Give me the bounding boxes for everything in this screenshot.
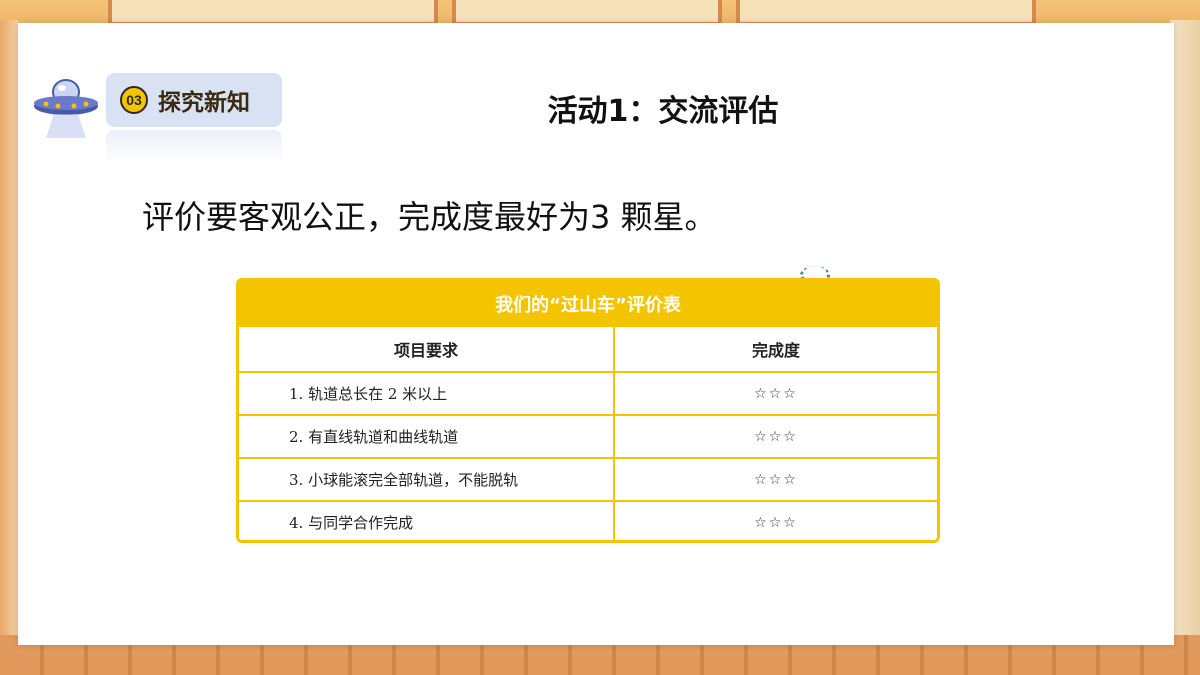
table-row: 3. 小球能滚完全部轨道，不能脱轨 ☆☆☆ bbox=[239, 457, 937, 500]
requirement-cell: 1. 轨道总长在 2 米以上 bbox=[239, 373, 615, 414]
star-rating: ☆☆☆ bbox=[754, 385, 798, 402]
header-completion: 完成度 bbox=[751, 341, 800, 360]
table-row: 2. 有直线轨道和曲线轨道 ☆☆☆ bbox=[239, 414, 937, 457]
requirement-cell: 4. 与同学合作完成 bbox=[239, 502, 615, 540]
table-header-row: 项目要求 完成度 bbox=[239, 327, 937, 371]
table-row: 1. 轨道总长在 2 米以上 ☆☆☆ bbox=[239, 371, 937, 414]
evaluation-table-title: 我们的“过山车”评价表 bbox=[239, 281, 937, 327]
section-badge-reflection bbox=[106, 130, 282, 164]
slide-title: 活动1：交流评估 bbox=[547, 94, 779, 129]
star-rating: ☆☆☆ bbox=[754, 428, 798, 445]
table-row: 4. 与同学合作完成 ☆☆☆ bbox=[239, 500, 937, 540]
evaluation-table: 我们的“过山车”评价表 项目要求 完成度 1. 轨道总长在 2 米以上 ☆☆☆ … bbox=[236, 278, 940, 543]
instruction-text: 评价要客观公正，完成度最好为3 颗星。 bbox=[142, 198, 717, 236]
star-rating: ☆☆☆ bbox=[754, 514, 798, 531]
requirement-cell: 2. 有直线轨道和曲线轨道 bbox=[239, 416, 615, 457]
star-rating: ☆☆☆ bbox=[754, 471, 798, 488]
header-requirement: 项目要求 bbox=[239, 327, 615, 371]
requirement-cell: 3. 小球能滚完全部轨道，不能脱轨 bbox=[239, 459, 615, 500]
